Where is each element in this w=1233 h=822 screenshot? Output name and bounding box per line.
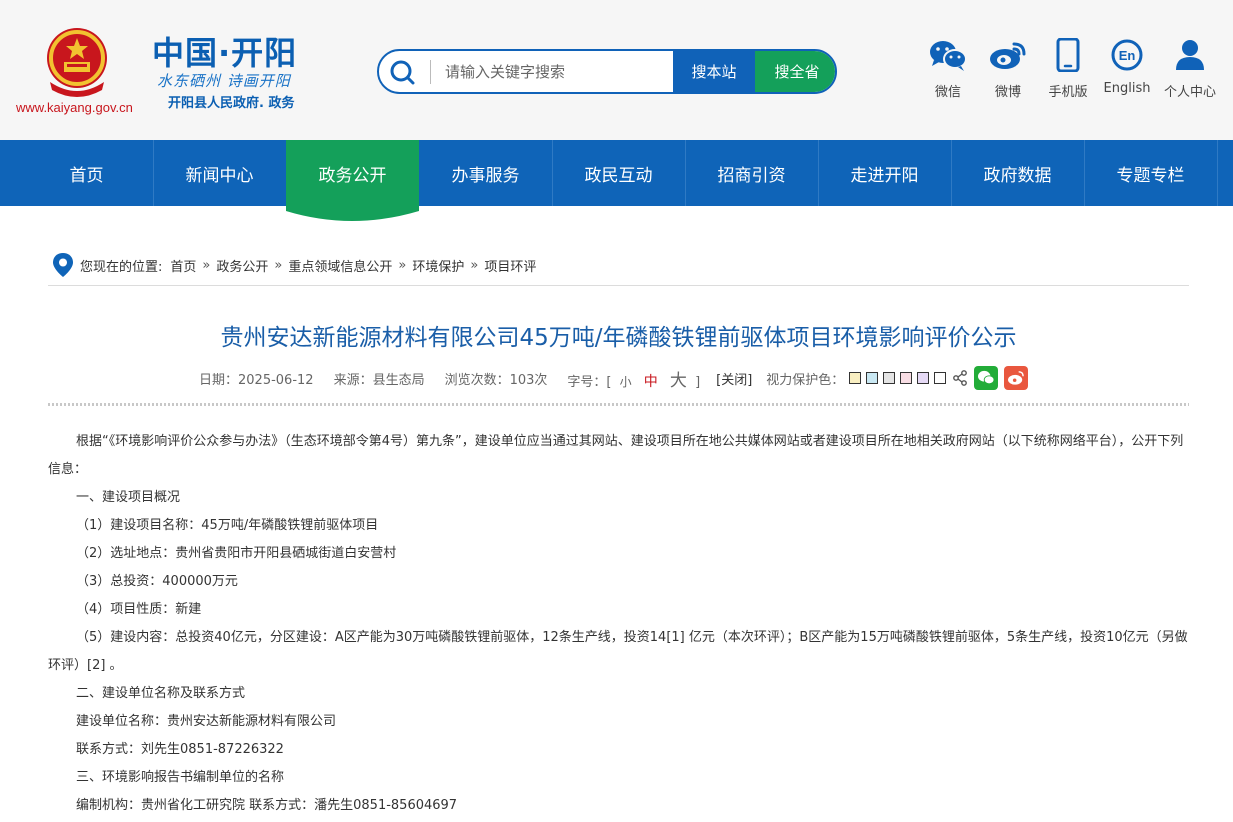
article-paragraph: （4）项目性质：新建 bbox=[76, 602, 202, 617]
article-paragraph: （1）建设项目名称：45万吨/年磷酸铁锂前驱体项目 bbox=[76, 518, 379, 533]
article-paragraph: （2）选址地点：贵州省贵阳市开阳县硒城街道白安营村 bbox=[76, 546, 397, 561]
quick-link-label: 个人中心 bbox=[1163, 85, 1216, 100]
publish-date: 日期：2025-06-12 bbox=[199, 372, 314, 388]
article-paragraph: 建设单位名称：贵州安达新能源材料有限公司 bbox=[76, 714, 337, 729]
article-paragraph: 联系方式：刘先生0851-87226322 bbox=[76, 742, 284, 757]
article-paragraph: 三、环境影响报告书编制单位的名称 bbox=[76, 770, 285, 785]
active-nav-indicator bbox=[286, 205, 419, 221]
mobile-icon bbox=[1056, 38, 1080, 72]
font-size-control: 字号：[ 小 中 大 ] bbox=[567, 366, 700, 391]
nav-item-services[interactable]: 办事服务 bbox=[419, 140, 552, 206]
quick-link-user-center[interactable]: 个人中心 bbox=[1155, 38, 1225, 100]
weibo-icon bbox=[1008, 371, 1025, 385]
breadcrumb-label: 您现在的位置: bbox=[80, 259, 163, 275]
share-icon[interactable] bbox=[952, 370, 968, 386]
breadcrumb: 您现在的位置: 首页 » 政务公开 » 重点领域信息公开 » 环境保护 » 项目… bbox=[52, 252, 536, 278]
nav-separator bbox=[1217, 140, 1218, 206]
search-divider bbox=[430, 60, 431, 84]
search-icon bbox=[390, 60, 415, 85]
swatch-blue[interactable] bbox=[866, 372, 879, 384]
breadcrumb-government-affairs[interactable]: 政务公开 bbox=[216, 256, 268, 275]
breadcrumb-eia[interactable]: 项目环评 bbox=[484, 256, 536, 275]
article-source: 来源：县生态局 bbox=[333, 372, 425, 388]
article-paragraph: 二、建设单位名称及联系方式 bbox=[76, 686, 246, 701]
breadcrumb-separator: » bbox=[470, 257, 479, 273]
article-paragraph: 根据“《环境影响评价公众参与办法》（生态环境部令第4号）第九条”，建设单位应当通… bbox=[48, 434, 1184, 477]
font-large-button[interactable]: 大 bbox=[670, 371, 687, 391]
article-paragraph: 编制机构：贵州省化工研究院 联系方式：潘先生0851-85604697 bbox=[76, 798, 458, 813]
swatch-gray[interactable] bbox=[883, 372, 896, 384]
article-body: 根据“《环境影响评价公众参与办法》（生态环境部令第4号）第九条”，建设单位应当通… bbox=[48, 428, 1189, 820]
article-title: 贵州安达新能源材料有限公司45万吨/年磷酸铁锂前驱体项目环境影响评价公示 bbox=[220, 325, 1017, 351]
nav-item-gov-data[interactable]: 政府数据 bbox=[951, 140, 1084, 206]
svg-text:En: En bbox=[1119, 48, 1136, 63]
breadcrumb-key-info[interactable]: 重点领域信息公开 bbox=[288, 256, 392, 275]
font-size-label: 字号：[ bbox=[567, 374, 612, 390]
breadcrumb-separator: » bbox=[398, 257, 407, 273]
article-meta: 日期：2025-06-12 来源：县生态局 浏览次数：103次 字号：[ 小 中… bbox=[199, 366, 1029, 391]
brand-title[interactable]: 中国·开阳 bbox=[152, 28, 297, 74]
view-count: 浏览次数：103次 bbox=[444, 372, 548, 388]
share-wechat-button[interactable] bbox=[974, 366, 999, 390]
nav-item-home[interactable]: 首页 bbox=[20, 140, 153, 206]
search-site-button[interactable]: 搜本站 bbox=[673, 51, 755, 92]
breadcrumb-separator: » bbox=[274, 257, 283, 273]
brand-subtitle: 开阳县人民政府. 政务 bbox=[168, 96, 295, 111]
quick-link-english[interactable]: En English bbox=[1092, 38, 1162, 96]
search-province-button[interactable]: 搜全省 bbox=[755, 51, 835, 92]
close-link[interactable]: [关闭] bbox=[716, 369, 752, 388]
share-weibo-button[interactable] bbox=[1004, 366, 1029, 390]
weibo-icon bbox=[990, 42, 1026, 69]
swatch-yellow[interactable] bbox=[849, 372, 862, 384]
site-header: www.kaiyang.gov.cn 中国·开阳 水东硒州 诗画开阳 开阳县人民… bbox=[0, 0, 1233, 140]
breadcrumb-home[interactable]: 首页 bbox=[170, 256, 196, 275]
english-icon: En bbox=[1111, 39, 1143, 71]
main-nav: 首页 新闻中心 政务公开 办事服务 政民互动 招商引资 走进开阳 政府数据 专题… bbox=[0, 140, 1233, 206]
site-url: www.kaiyang.gov.cn bbox=[16, 100, 133, 115]
user-icon bbox=[1176, 40, 1204, 70]
nav-item-about-kaiyang[interactable]: 走进开阳 bbox=[818, 140, 951, 206]
location-pin-icon bbox=[53, 253, 73, 277]
eye-care-label: 视力保护色： bbox=[766, 372, 845, 388]
national-emblem-icon[interactable] bbox=[42, 26, 112, 98]
breadcrumb-separator: » bbox=[202, 257, 211, 273]
article-paragraph: （3）总投资：400000万元 bbox=[76, 574, 238, 589]
swatch-pink[interactable] bbox=[900, 372, 913, 384]
brand-slogan: 水东硒州 诗画开阳 bbox=[157, 72, 291, 90]
search-box: 搜本站 搜全省 bbox=[377, 49, 837, 94]
wechat-icon bbox=[930, 41, 967, 71]
wechat-icon bbox=[978, 370, 995, 385]
font-size-bracket: ] bbox=[695, 374, 701, 390]
search-input[interactable] bbox=[445, 57, 670, 87]
font-small-button[interactable]: 小 bbox=[620, 375, 632, 389]
article-paragraph: 一、建设项目概况 bbox=[76, 490, 181, 505]
nav-item-special-topics[interactable]: 专题专栏 bbox=[1084, 140, 1217, 206]
font-medium-button[interactable]: 中 bbox=[644, 374, 658, 390]
title-divider bbox=[48, 403, 1189, 406]
swatch-white[interactable] bbox=[934, 372, 947, 384]
nav-item-government-affairs[interactable]: 政务公开 bbox=[286, 140, 419, 206]
quick-link-label: English bbox=[1103, 81, 1151, 96]
nav-item-investment[interactable]: 招商引资 bbox=[685, 140, 818, 206]
swatch-purple[interactable] bbox=[917, 372, 930, 384]
nav-item-news[interactable]: 新闻中心 bbox=[153, 140, 286, 206]
breadcrumb-divider bbox=[48, 285, 1189, 286]
article-paragraph: （5）建设内容：总投资40亿元，分区建设：A区产能为30万吨磷酸铁锂前驱体，12… bbox=[48, 630, 1188, 673]
breadcrumb-environment[interactable]: 环境保护 bbox=[412, 256, 464, 275]
nav-item-interaction[interactable]: 政民互动 bbox=[552, 140, 685, 206]
